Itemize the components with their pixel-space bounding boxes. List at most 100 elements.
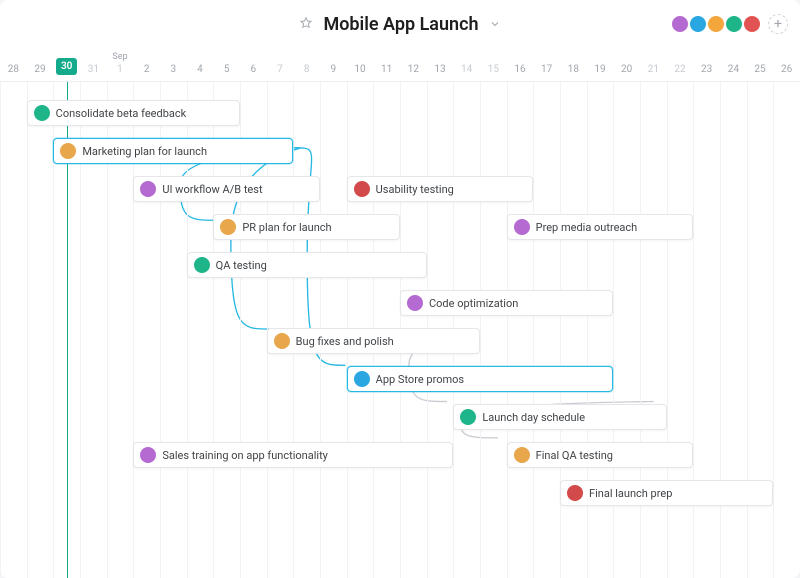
date-column: 30 <box>53 48 80 81</box>
task-label: QA testing <box>216 259 267 272</box>
assignee-avatar <box>354 371 370 387</box>
assignee-avatar <box>274 333 290 349</box>
date-number: 16 <box>514 64 525 75</box>
timeline-grid[interactable]: Consolidate beta feedback Marketing plan … <box>0 82 800 578</box>
assignee-avatar <box>140 181 156 197</box>
date-number: 8 <box>304 64 310 75</box>
date-column: 9 <box>320 48 347 81</box>
date-number: 4 <box>197 64 203 75</box>
date-column: 13 <box>427 48 454 81</box>
avatar[interactable] <box>706 14 726 34</box>
date-number: 6 <box>251 64 257 75</box>
date-number: 13 <box>434 64 445 75</box>
date-number: 12 <box>408 64 419 75</box>
date-column: 11 <box>373 48 400 81</box>
date-number: 7 <box>277 64 283 75</box>
assignee-avatar <box>514 219 530 235</box>
assignee-avatar <box>460 409 476 425</box>
date-number: 17 <box>541 64 552 75</box>
date-column: 15 <box>480 48 507 81</box>
date-column: 17 <box>533 48 560 81</box>
date-column: 2 <box>133 48 160 81</box>
task-bar-sales-training[interactable]: Sales training on app functionality <box>133 442 453 468</box>
task-label: Marketing plan for launch <box>82 145 207 158</box>
assignee-avatar <box>514 447 530 463</box>
date-number: 25 <box>754 64 765 75</box>
assignee-avatar <box>34 105 50 121</box>
assignee-avatar <box>140 447 156 463</box>
gridline <box>533 82 534 578</box>
task-bar-app-store[interactable]: App Store promos <box>347 366 614 392</box>
task-bar-final-qa[interactable]: Final QA testing <box>507 442 694 468</box>
task-bar-marketing-plan[interactable]: Marketing plan for launch <box>53 138 293 164</box>
date-column: 6 <box>240 48 267 81</box>
date-column: 14 <box>453 48 480 81</box>
date-number: 9 <box>331 64 337 75</box>
chevron-down-icon[interactable] <box>489 15 501 34</box>
task-label: Launch day schedule <box>482 411 585 424</box>
task-bar-consolidate-beta[interactable]: Consolidate beta feedback <box>27 100 240 126</box>
task-label: Sales training on app functionality <box>162 449 328 462</box>
date-number: 20 <box>621 64 632 75</box>
date-number: 1 <box>117 64 123 75</box>
date-number: 22 <box>674 64 685 75</box>
date-column: 10 <box>347 48 374 81</box>
gridline <box>0 82 1 578</box>
assignee-avatar <box>60 143 76 159</box>
timeline-dates: 282930311Sep2345678910111213141516171819… <box>0 48 800 82</box>
task-bar-qa-testing[interactable]: QA testing <box>187 252 427 278</box>
date-column: 23 <box>693 48 720 81</box>
assignee-avatar <box>567 485 583 501</box>
date-number: 18 <box>568 64 579 75</box>
avatar[interactable] <box>724 14 744 34</box>
task-label: Bug fixes and polish <box>296 335 394 348</box>
date-column: 22 <box>667 48 694 81</box>
header: Mobile App Launch + <box>0 0 800 48</box>
task-label: Final QA testing <box>536 449 613 462</box>
task-label: App Store promos <box>376 373 464 386</box>
task-bar-usability-testing[interactable]: Usability testing <box>347 176 534 202</box>
date-number: 24 <box>728 64 739 75</box>
task-bar-prep-media[interactable]: Prep media outreach <box>507 214 694 240</box>
gridline <box>773 82 774 578</box>
date-number: 28 <box>8 64 19 75</box>
task-bar-launch-day[interactable]: Launch day schedule <box>453 404 666 430</box>
task-bar-bug-fixes[interactable]: Bug fixes and polish <box>267 328 480 354</box>
date-column: 31 <box>80 48 107 81</box>
date-number: 30 <box>56 58 77 75</box>
date-number: 11 <box>381 64 392 75</box>
month-label: Sep <box>112 52 127 62</box>
add-collaborator-button[interactable]: + <box>768 14 788 34</box>
date-column: 18 <box>560 48 587 81</box>
date-column: 12 <box>400 48 427 81</box>
date-column: 5 <box>213 48 240 81</box>
avatar[interactable] <box>670 14 690 34</box>
task-label: Final launch prep <box>589 487 672 500</box>
date-number: 2 <box>144 64 150 75</box>
task-label: Consolidate beta feedback <box>56 107 187 120</box>
assignee-avatar <box>354 181 370 197</box>
assignee-avatar <box>407 295 423 311</box>
task-label: Prep media outreach <box>536 221 638 234</box>
date-number: 14 <box>461 64 472 75</box>
date-column: 26 <box>773 48 800 81</box>
date-number: 23 <box>701 64 712 75</box>
gridline <box>507 82 508 578</box>
avatar[interactable] <box>688 14 708 34</box>
task-label: Usability testing <box>376 183 454 196</box>
task-bar-pr-plan[interactable]: PR plan for launch <box>213 214 400 240</box>
assignee-avatar <box>220 219 236 235</box>
gridline <box>480 82 481 578</box>
task-label: PR plan for launch <box>242 221 331 234</box>
avatar[interactable] <box>742 14 762 34</box>
star-icon[interactable] <box>299 15 313 34</box>
task-bar-ui-ab-test[interactable]: UI workflow A/B test <box>133 176 320 202</box>
date-column: 8 <box>293 48 320 81</box>
task-bar-final-launch[interactable]: Final launch prep <box>560 480 773 506</box>
date-column: 3 <box>160 48 187 81</box>
date-number: 21 <box>648 64 659 75</box>
task-bar-code-opt[interactable]: Code optimization <box>400 290 613 316</box>
date-column: 24 <box>720 48 747 81</box>
date-number: 26 <box>781 64 792 75</box>
assignee-avatar <box>194 257 210 273</box>
